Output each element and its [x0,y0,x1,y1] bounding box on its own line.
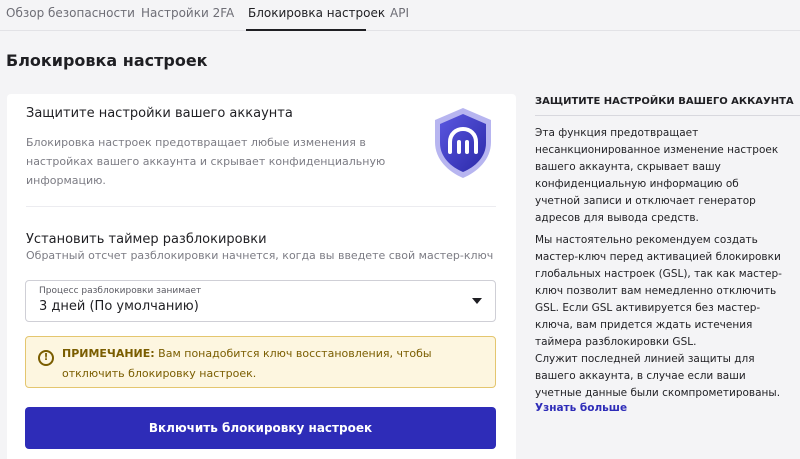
settings-lock-card: Защитите настройки вашего аккаунта Блоки… [7,94,516,459]
tab-settings-lock[interactable]: Блокировка настроек [248,6,385,20]
tab-api[interactable]: API [390,6,409,20]
unlock-duration-select[interactable]: Процесс разблокировки занимает 3 дней (П… [25,280,496,322]
recovery-key-note: ! ПРИМЕЧАНИЕ: Вам понадобится ключ восст… [25,336,496,388]
sidebar-divider [535,115,800,116]
section-divider [26,206,496,207]
active-tab-indicator [246,29,366,31]
sidebar-title: ЗАЩИТИТЕ НАСТРОЙКИ ВАШЕГО АККАУНТА [535,96,794,107]
unlock-timer-description: Обратный отсчет разблокировки начнется, … [26,249,494,262]
learn-more-link[interactable]: Узнать больше [535,402,627,414]
unlock-timer-title: Установить таймер разблокировки [26,232,267,247]
enable-settings-lock-button[interactable]: Включить блокировку настроек [25,407,496,449]
chevron-down-icon [472,298,482,304]
tab-bar: Обзор безопасности Настройки 2FA Блокиро… [0,0,800,31]
shield-logo-icon [435,108,491,178]
select-value: 3 дней (По умолчанию) [39,299,199,314]
protect-title: Защитите настройки вашего аккаунта [26,106,293,121]
warning-icon: ! [38,350,54,366]
tab-security-overview[interactable]: Обзор безопасности [6,6,135,20]
tab-2fa-settings[interactable]: Настройки 2FA [141,6,234,20]
sidebar-paragraph-2: Мы настоятельно рекомендуем создать маст… [535,234,782,348]
select-label: Процесс разблокировки занимает [39,286,202,296]
note-prefix: ПРИМЕЧАНИЕ: [62,347,155,360]
protect-description: Блокировка настроек предотвращает любые … [26,136,386,187]
sidebar-paragraph-1: Эта функция предотвращает несанкциониров… [535,127,779,224]
note-text: ПРИМЕЧАНИЕ: Вам понадобится ключ восстан… [62,344,482,384]
page-title: Блокировка настроек [6,51,208,70]
sidebar-paragraph-3: Служит последней линией защиты для вашег… [535,353,781,399]
